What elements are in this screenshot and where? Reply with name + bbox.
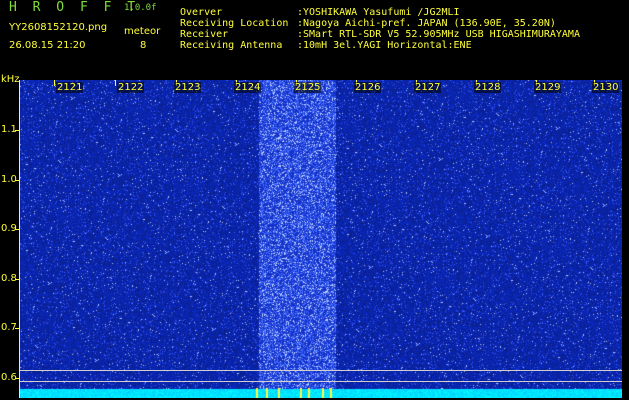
y-tick-0-9: 0.9 <box>1 223 17 234</box>
marker-line-upper <box>20 370 622 371</box>
y-tick-0-6: 0.6 <box>1 372 17 383</box>
y-unit-label: kHz <box>1 74 20 85</box>
antenna-value: :10mH 3el.YAGI Horizontal:ENE <box>297 40 472 51</box>
x-tick-2127: 2127 <box>414 82 442 93</box>
observer-value: :YOSHIKAWA Yasufumi /JG2MLI <box>297 7 460 18</box>
file-name: YY2608152120.png <box>9 22 108 33</box>
x-tick-mark <box>54 80 55 86</box>
y-tick-1-1: 1.1 <box>1 124 17 135</box>
y-tick-0-7: 0.7 <box>1 322 17 333</box>
x-tick-mark <box>115 80 116 86</box>
x-tick-2123: 2123 <box>174 82 202 93</box>
x-tick-2130: 2130 <box>592 82 620 93</box>
x-tick-2125: 2125 <box>294 82 322 93</box>
observer-label: Overver <box>180 7 223 18</box>
y-tick-1-0: 1.0 <box>1 174 17 185</box>
antenna-label: Receiving Antenna <box>180 40 283 51</box>
x-tick-2126: 2126 <box>354 82 382 93</box>
marker-line-lower <box>20 381 622 382</box>
receiver-label: Receiver <box>180 29 229 40</box>
x-tick-2121: 2121 <box>56 82 84 93</box>
meteor-label: meteor <box>124 26 161 37</box>
y-axis <box>19 80 20 398</box>
app-logo: H R O F F T <box>9 0 140 15</box>
location-value: :Nagoya Aichi-pref. JAPAN (136.90E, 35.2… <box>297 18 556 29</box>
spectrogram-canvas <box>20 80 622 398</box>
receiver-value: :SMart RTL-SDR V5 52.905MHz USB HIGASHIM… <box>297 29 580 40</box>
x-tick-2128: 2128 <box>474 82 502 93</box>
y-tick-0-8: 0.8 <box>1 273 17 284</box>
x-tick-2124: 2124 <box>234 82 262 93</box>
right-margin <box>622 80 629 398</box>
location-label: Receiving Location <box>180 18 289 29</box>
x-tick-2129: 2129 <box>534 82 562 93</box>
x-tick-2122: 2122 <box>117 82 145 93</box>
capture-datetime: 26.08.15 21:20 <box>9 40 86 51</box>
app-version: 1.0.0f <box>124 3 157 13</box>
meteor-count: 8 <box>140 40 147 51</box>
